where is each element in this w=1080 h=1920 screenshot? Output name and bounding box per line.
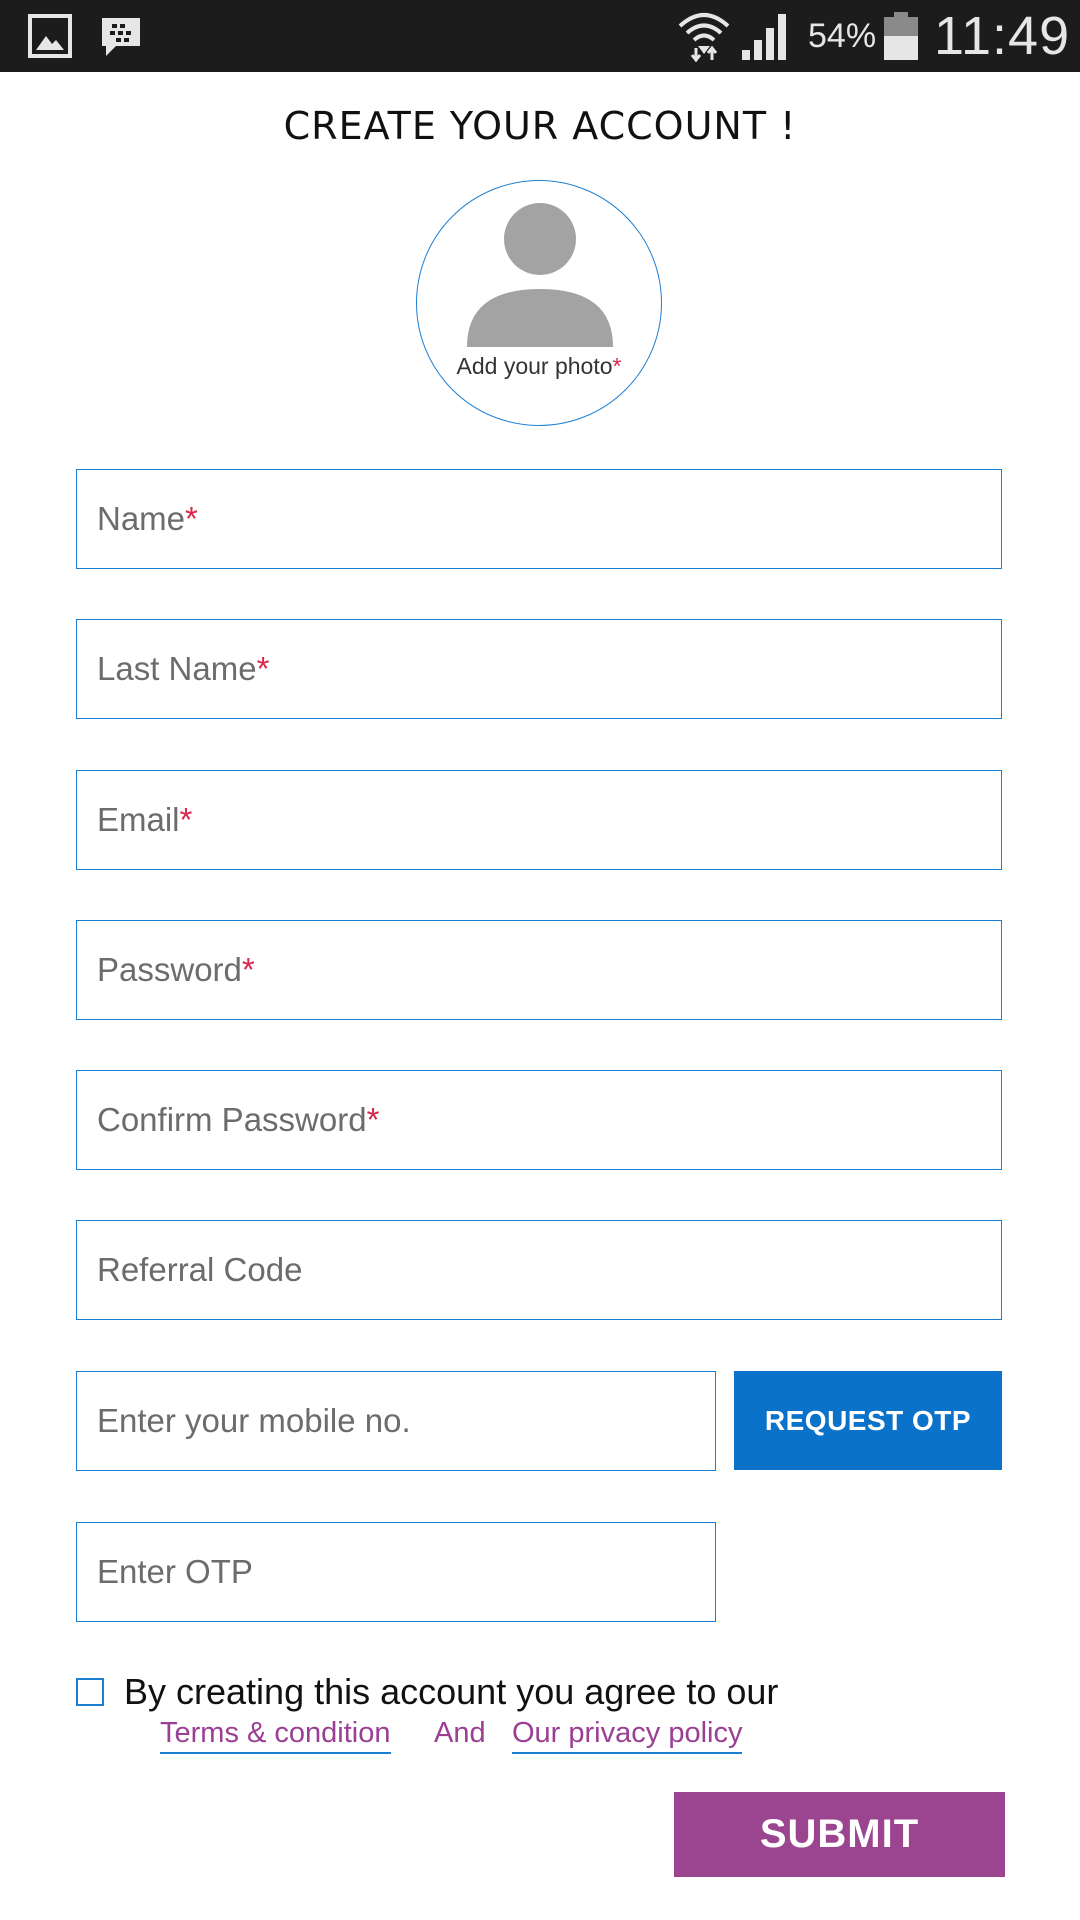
clock: 11:49 <box>934 6 1071 66</box>
terms-text: By creating this account you agree to ou… <box>124 1671 779 1712</box>
submit-button[interactable]: SUBMIT <box>674 1792 1005 1877</box>
confirm-password-placeholder: Confirm Password* <box>97 1101 380 1138</box>
mobile-number-placeholder: Enter your mobile no. <box>97 1402 411 1439</box>
terms-and-text: And <box>434 1717 486 1749</box>
add-photo-button[interactable]: Add your photo* <box>416 180 662 426</box>
privacy-policy-link[interactable]: Our privacy policy <box>512 1714 743 1754</box>
signal-icon <box>742 14 786 60</box>
name-placeholder: Name* <box>97 500 198 537</box>
avatar-icon <box>467 203 613 347</box>
referral-code-input[interactable]: Referral Code <box>76 1220 1002 1320</box>
page-title: CREATE YOUR ACCOUNT ! <box>283 104 797 148</box>
required-mark: * <box>179 801 193 838</box>
request-otp-button[interactable]: REQUEST OTP <box>734 1371 1002 1470</box>
gallery-icon <box>28 14 72 58</box>
wifi-icon <box>678 13 730 62</box>
bbm-icon <box>102 18 140 56</box>
mobile-number-input[interactable]: Enter your mobile no. <box>76 1371 716 1471</box>
last-name-input[interactable]: Last Name* <box>76 619 1002 719</box>
required-mark: * <box>256 650 270 687</box>
referral-code-placeholder: Referral Code <box>97 1251 303 1288</box>
terms-link[interactable]: Terms & condition <box>160 1714 391 1754</box>
otp-placeholder: Enter OTP <box>97 1553 253 1590</box>
last-name-placeholder: Last Name* <box>97 650 270 687</box>
password-placeholder: Password* <box>97 951 255 988</box>
name-input[interactable]: Name* <box>76 469 1002 569</box>
email-input[interactable]: Email* <box>76 770 1002 870</box>
required-mark: * <box>185 500 198 537</box>
terms-checkbox[interactable] <box>76 1678 104 1706</box>
password-input[interactable]: Password* <box>76 920 1002 1020</box>
battery-icon <box>884 12 918 60</box>
add-photo-label: Add your photo* <box>456 353 622 379</box>
status-bar: 54% 11:49 <box>0 0 1080 72</box>
otp-input[interactable]: Enter OTP <box>76 1522 716 1622</box>
email-placeholder: Email* <box>97 801 193 838</box>
confirm-password-input[interactable]: Confirm Password* <box>76 1070 1002 1170</box>
required-mark: * <box>612 353 622 379</box>
battery-percent: 54% <box>808 17 877 55</box>
required-mark: * <box>366 1101 380 1138</box>
required-mark: * <box>241 951 255 988</box>
